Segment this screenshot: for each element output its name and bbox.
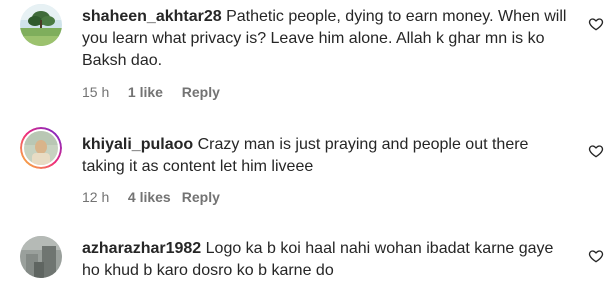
comment-body: shaheen_akhtar28 Pathetic people, dying …	[82, 6, 572, 72]
avatar[interactable]	[20, 127, 62, 169]
story-ring-avatar-icon	[20, 127, 62, 169]
comment-time[interactable]: 15 h	[82, 83, 124, 101]
comment-meta: 12 h 4 likes Reply	[82, 188, 220, 206]
landscape-avatar-icon	[20, 4, 62, 46]
heart-outline-icon[interactable]	[588, 16, 604, 32]
comment-item: shaheen_akhtar28 Pathetic people, dying …	[0, 0, 616, 105]
reply-button[interactable]: Reply	[182, 83, 220, 101]
comment-username[interactable]: shaheen_akhtar28	[82, 8, 222, 25]
reply-button[interactable]: Reply	[182, 188, 220, 206]
heart-outline-icon[interactable]	[588, 143, 604, 159]
comment-meta: 15 h 1 like Reply	[82, 83, 220, 101]
comment-item: khiyali_pulaoo Crazy man is just praying…	[0, 105, 616, 210]
heart-outline-icon[interactable]	[588, 248, 604, 264]
photo-avatar-icon	[20, 236, 62, 278]
comment-time[interactable]: 12 h	[82, 188, 124, 206]
comment-username[interactable]: khiyali_pulaoo	[82, 136, 193, 153]
avatar[interactable]	[20, 236, 62, 278]
comment-body: khiyali_pulaoo Crazy man is just praying…	[82, 134, 572, 178]
comment-item: azharazhar1982 Logo ka b koi haal nahi w…	[0, 210, 616, 290]
comment-username[interactable]: azharazhar1982	[82, 240, 201, 257]
comment-likes[interactable]: 4 likes	[128, 188, 178, 206]
comment-body: azharazhar1982 Logo ka b koi haal nahi w…	[82, 238, 572, 282]
avatar[interactable]	[20, 4, 62, 46]
comment-likes[interactable]: 1 like	[128, 83, 178, 101]
